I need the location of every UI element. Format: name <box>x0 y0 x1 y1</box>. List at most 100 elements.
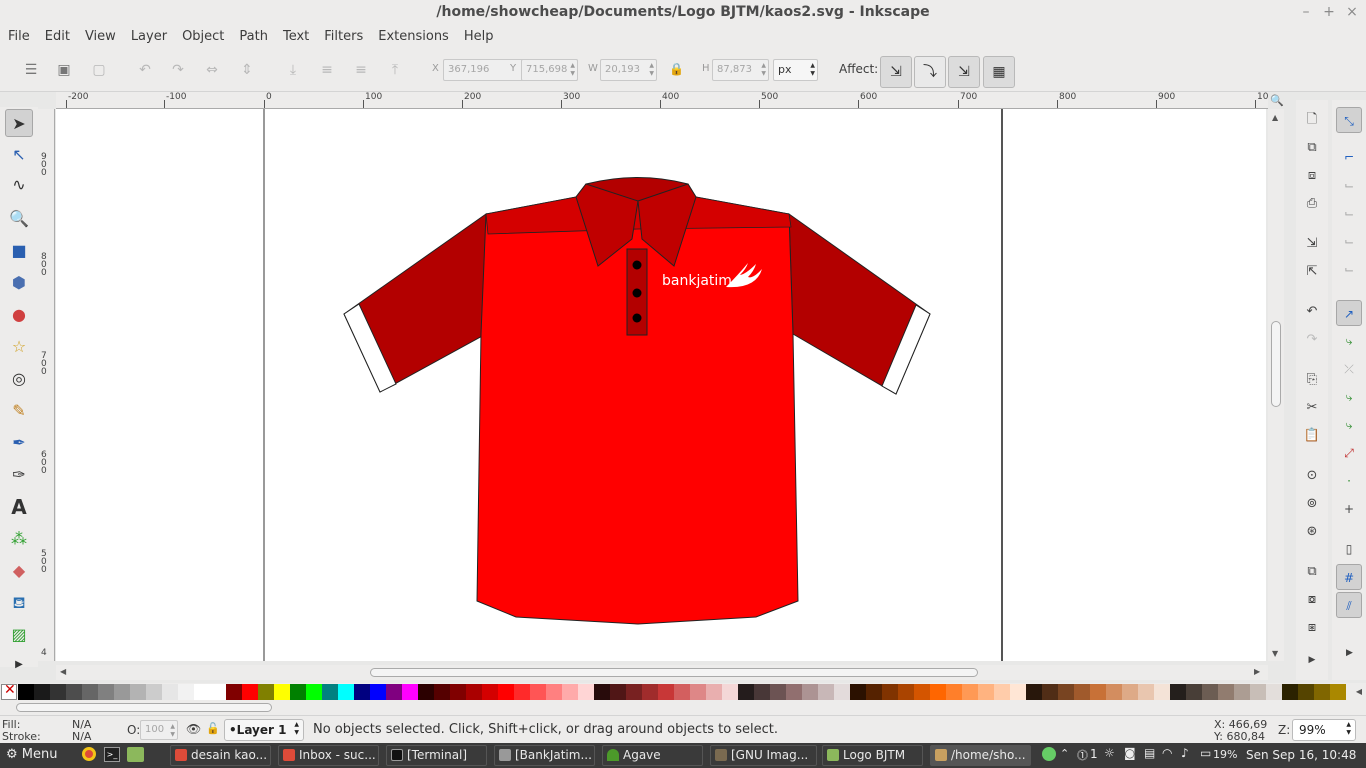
selector-tool-icon[interactable]: ➤ <box>5 109 33 137</box>
snap-bbox-edge-icon[interactable]: ⌙ <box>1336 172 1362 198</box>
zoom-corner-icon[interactable]: 🔍 <box>1270 94 1284 107</box>
calligraphy-tool-icon[interactable]: ✑ <box>5 461 33 489</box>
text-tool-icon[interactable]: A <box>5 493 33 521</box>
menu-file[interactable]: File <box>0 29 37 44</box>
palette-swatch[interactable] <box>274 684 290 700</box>
flip-vertical-icon[interactable]: ⇕ <box>236 60 258 80</box>
palette-swatch[interactable] <box>834 684 850 700</box>
scroll-left-icon[interactable]: ◀ <box>60 667 66 676</box>
tray-expand-icon[interactable]: ⌃ <box>1060 747 1069 760</box>
palette-swatch[interactable] <box>1282 684 1298 700</box>
opacity-field[interactable]: 100 ▲ ▼ <box>140 720 178 740</box>
palette-swatch[interactable] <box>450 684 466 700</box>
palette-swatch[interactable] <box>978 684 994 700</box>
palette-swatch[interactable] <box>946 684 962 700</box>
clone-icon[interactable]: ⧇ <box>1300 588 1324 612</box>
palette-swatch[interactable] <box>562 684 578 700</box>
w-field[interactable]: 20,193 ▲ ▼ <box>600 59 657 81</box>
zoom-selection-icon[interactable]: ⊙ <box>1300 464 1324 488</box>
star-tool-icon[interactable]: ☆ <box>5 333 33 361</box>
palette-swatch[interactable] <box>1106 684 1122 700</box>
scroll-up-icon[interactable]: ▲ <box>1272 113 1278 122</box>
spray-tool-icon[interactable]: ⁂ <box>5 525 33 553</box>
snap-nodes-icon[interactable]: ↗ <box>1336 300 1362 326</box>
zoom-field[interactable]: 99% ▲ ▼ <box>1292 719 1356 741</box>
y-field[interactable]: 715,698 ▲ ▼ <box>521 59 578 81</box>
snap-grid-icon[interactable]: # <box>1336 564 1362 590</box>
palette-swatch[interactable] <box>658 684 674 700</box>
no-paint-swatch-icon[interactable]: ✕ <box>1 684 17 700</box>
palette-swatch[interactable] <box>578 684 594 700</box>
palette-swatch[interactable] <box>242 684 258 700</box>
tweak-tool-icon[interactable]: ∿ <box>5 171 33 199</box>
save-icon[interactable]: ⧈ <box>1300 164 1324 188</box>
lower-to-bottom-icon[interactable]: ⤓ <box>282 60 304 80</box>
chat-tray-icon[interactable] <box>1042 747 1056 761</box>
palette-swatch[interactable] <box>898 684 914 700</box>
camera-icon[interactable]: ◙ <box>1124 746 1136 760</box>
spin-arrows-icon[interactable]: ▲▼ <box>170 723 175 739</box>
clipboard-icon[interactable]: ▤ <box>1144 746 1155 760</box>
pencil-tool-icon[interactable]: ✎ <box>5 397 33 425</box>
brightness-icon[interactable]: ☼ <box>1104 746 1115 760</box>
start-menu-button[interactable]: ⚙ Menu <box>6 747 58 762</box>
palette-swatch[interactable] <box>18 684 34 700</box>
palette-swatch[interactable] <box>1154 684 1170 700</box>
eraser-tool-icon[interactable]: ◆ <box>5 557 33 585</box>
spiral-tool-icon[interactable]: ◎ <box>5 365 33 393</box>
menu-layer[interactable]: Layer <box>123 29 174 44</box>
terminal-launcher-icon[interactable]: >_ <box>104 747 120 762</box>
spin-arrows-icon[interactable]: ▲▼ <box>1346 721 1351 737</box>
palette-swatch[interactable] <box>610 684 626 700</box>
palette-swatch[interactable] <box>1090 684 1106 700</box>
palette-swatch[interactable] <box>130 684 146 700</box>
palette-swatch[interactable] <box>738 684 754 700</box>
snap-bbox-center-icon[interactable]: ⌙ <box>1336 256 1362 282</box>
snap-smooth-icon[interactable]: ⤷ <box>1336 412 1362 438</box>
scroll-down-icon[interactable]: ▼ <box>1272 649 1278 658</box>
palette-swatch[interactable] <box>882 684 898 700</box>
redo-icon[interactable]: ↷ <box>1300 328 1324 352</box>
palette-swatch[interactable] <box>802 684 818 700</box>
select-all-icon[interactable]: ☰ <box>20 60 42 80</box>
spin-arrows-icon[interactable]: ▲▼ <box>649 62 654 78</box>
palette-swatch[interactable] <box>1042 684 1058 700</box>
rectangle-tool-icon[interactable]: ■ <box>5 237 33 265</box>
task-inkscape[interactable]: /home/sho... <box>930 745 1031 766</box>
notification-icon[interactable]: ⓵ <box>1077 747 1088 763</box>
task-logo-bjtm[interactable]: Logo BJTM <box>822 745 923 766</box>
task-terminal[interactable]: [Terminal] <box>386 745 487 766</box>
palette-swatch[interactable] <box>290 684 306 700</box>
vertical-scrollbar[interactable]: ▲ ▼ <box>1268 109 1284 661</box>
wifi-icon[interactable]: ◠ <box>1162 746 1172 760</box>
snap-rotation-center-icon[interactable]: + <box>1336 496 1362 522</box>
palette-swatch[interactable] <box>1026 684 1042 700</box>
snap-bbox-corner-icon[interactable]: ⌙ <box>1336 200 1362 226</box>
palette-swatch[interactable] <box>546 684 562 700</box>
task-gimp[interactable]: [GNU Imag... <box>710 745 817 766</box>
task-agave[interactable]: Agave <box>602 745 703 766</box>
palette-swatch[interactable] <box>178 684 194 700</box>
palette-scroll-thumb[interactable] <box>16 703 272 712</box>
open-icon[interactable]: ⧉ <box>1300 136 1324 160</box>
palette-swatch[interactable] <box>386 684 402 700</box>
palette-swatch[interactable] <box>210 684 226 700</box>
snap-intersection-icon[interactable]: ⤫ <box>1336 356 1362 382</box>
palette-swatch[interactable] <box>82 684 98 700</box>
minimize-button[interactable]: – <box>1296 0 1316 25</box>
menu-edit[interactable]: Edit <box>37 29 77 44</box>
zoom-tool-icon[interactable]: 🔍 <box>5 205 33 233</box>
palette-swatch[interactable] <box>146 684 162 700</box>
chrome-launcher-icon[interactable] <box>82 747 96 761</box>
pen-tool-icon[interactable]: ✒ <box>5 429 33 457</box>
snap-object-center-icon[interactable]: ⋅ <box>1336 468 1362 494</box>
cut-icon[interactable]: ✂ <box>1300 396 1324 420</box>
palette-scrollbar[interactable] <box>0 701 1366 715</box>
stroke-value[interactable]: N/A <box>72 730 91 743</box>
palette-swatch[interactable] <box>258 684 274 700</box>
menu-view[interactable]: View <box>77 29 123 44</box>
menu-path[interactable]: Path <box>231 29 275 44</box>
maximize-button[interactable]: + <box>1319 0 1339 25</box>
palette-swatch[interactable] <box>722 684 738 700</box>
palette-swatch[interactable] <box>50 684 66 700</box>
